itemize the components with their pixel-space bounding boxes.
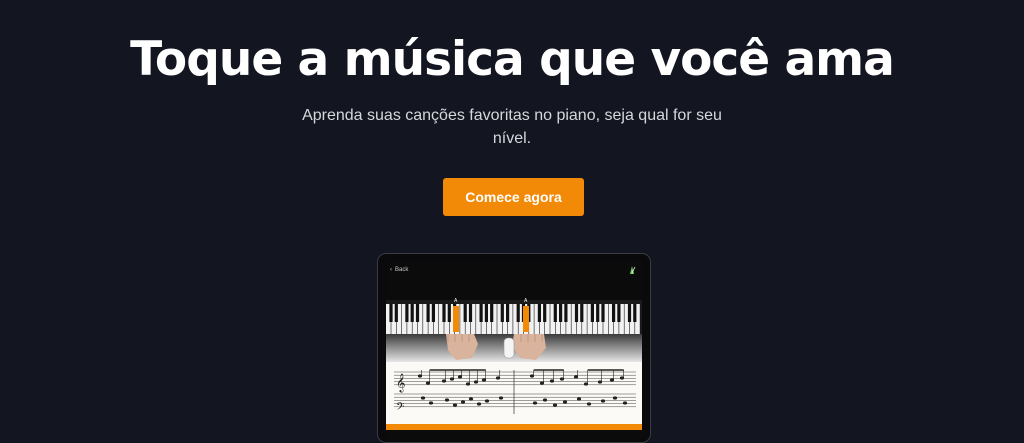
hero-subtitle: Aprenda suas canções favoritas no piano,… xyxy=(302,107,722,147)
note-head xyxy=(552,403,558,407)
note-head xyxy=(549,379,555,383)
black-key xyxy=(596,304,600,322)
note-head xyxy=(498,396,504,400)
highlighted-key-right xyxy=(523,306,529,332)
black-key xyxy=(601,304,605,322)
black-key xyxy=(463,304,467,322)
note-head xyxy=(573,375,579,379)
back-label: Back xyxy=(395,267,409,273)
note-head xyxy=(428,401,434,405)
note-head xyxy=(465,382,471,386)
sheet-music: 𝄞 𝄢 xyxy=(386,362,642,424)
black-key xyxy=(627,304,632,322)
note-head xyxy=(612,396,618,400)
note-head xyxy=(449,377,455,381)
black-key xyxy=(500,304,504,322)
note-head xyxy=(583,382,589,386)
black-key xyxy=(431,304,435,322)
black-key xyxy=(415,304,420,322)
app-top-bar: ‹ Back xyxy=(386,262,642,278)
note-head xyxy=(452,403,458,407)
piano-keyboard: A A xyxy=(386,298,642,336)
black-key xyxy=(580,304,584,322)
black-key xyxy=(442,304,446,322)
note-label-left: A xyxy=(454,298,458,304)
note-head xyxy=(597,380,603,384)
highlighted-key-left xyxy=(453,306,459,332)
tie-image xyxy=(503,337,515,359)
black-key xyxy=(564,304,568,322)
black-key xyxy=(633,304,637,322)
black-key xyxy=(537,304,541,322)
black-key xyxy=(506,304,510,322)
note-head xyxy=(600,399,606,403)
black-key xyxy=(516,304,520,322)
note-head xyxy=(576,397,582,401)
metronome-icon[interactable] xyxy=(628,265,636,275)
tablet-preview: ‹ Back A A 𝄞 𝄢 xyxy=(377,253,651,443)
black-key xyxy=(468,304,473,322)
black-key xyxy=(394,304,398,322)
bass-clef-icon: 𝄢 xyxy=(396,401,404,416)
hands-video xyxy=(386,334,642,362)
note-head xyxy=(559,377,565,381)
note-head xyxy=(417,374,423,378)
black-key xyxy=(617,304,621,322)
black-key xyxy=(410,304,414,322)
app-screen: ‹ Back A A 𝄞 𝄢 xyxy=(386,262,642,442)
hero-title: Toque a música que você ama xyxy=(130,32,895,87)
black-key xyxy=(612,304,616,322)
note-head xyxy=(444,398,450,402)
black-key xyxy=(590,304,594,322)
note-head xyxy=(460,400,466,404)
black-key xyxy=(447,304,451,322)
piano-keys xyxy=(386,300,642,336)
black-key xyxy=(426,304,430,322)
note-head xyxy=(562,400,568,404)
note-head xyxy=(532,401,538,405)
note-head xyxy=(481,378,487,382)
note-head xyxy=(484,399,490,403)
black-key xyxy=(543,304,547,322)
note-head xyxy=(609,378,615,382)
note-head xyxy=(619,376,625,380)
hero-section: Toque a música que você ama Aprenda suas… xyxy=(0,0,1024,443)
black-key xyxy=(389,304,393,322)
note-head xyxy=(473,380,479,384)
note-head xyxy=(457,375,463,379)
black-key xyxy=(479,304,483,322)
note-head xyxy=(586,402,592,406)
note-head xyxy=(476,402,482,406)
right-hand-image xyxy=(512,334,546,360)
note-head xyxy=(542,398,548,402)
back-button[interactable]: ‹ Back xyxy=(390,266,408,274)
note-head xyxy=(425,381,431,385)
black-key xyxy=(553,304,557,322)
start-now-button[interactable]: Comece agora xyxy=(443,178,584,216)
black-key xyxy=(559,304,563,322)
note-head xyxy=(441,379,447,383)
note-head xyxy=(529,374,535,378)
playback-progress-bar[interactable] xyxy=(386,424,642,430)
note-head xyxy=(539,381,545,385)
note-label-right: A xyxy=(524,298,528,304)
note-head xyxy=(495,376,501,380)
treble-clef-icon: 𝄞 xyxy=(396,373,405,393)
black-key xyxy=(490,304,494,322)
black-key xyxy=(405,304,409,322)
black-key xyxy=(574,304,579,322)
left-hand-image xyxy=(446,334,478,360)
black-key xyxy=(484,304,488,322)
note-head xyxy=(420,396,426,400)
chevron-left-icon: ‹ xyxy=(390,267,392,273)
note-head xyxy=(622,401,628,405)
note-head xyxy=(468,397,474,401)
